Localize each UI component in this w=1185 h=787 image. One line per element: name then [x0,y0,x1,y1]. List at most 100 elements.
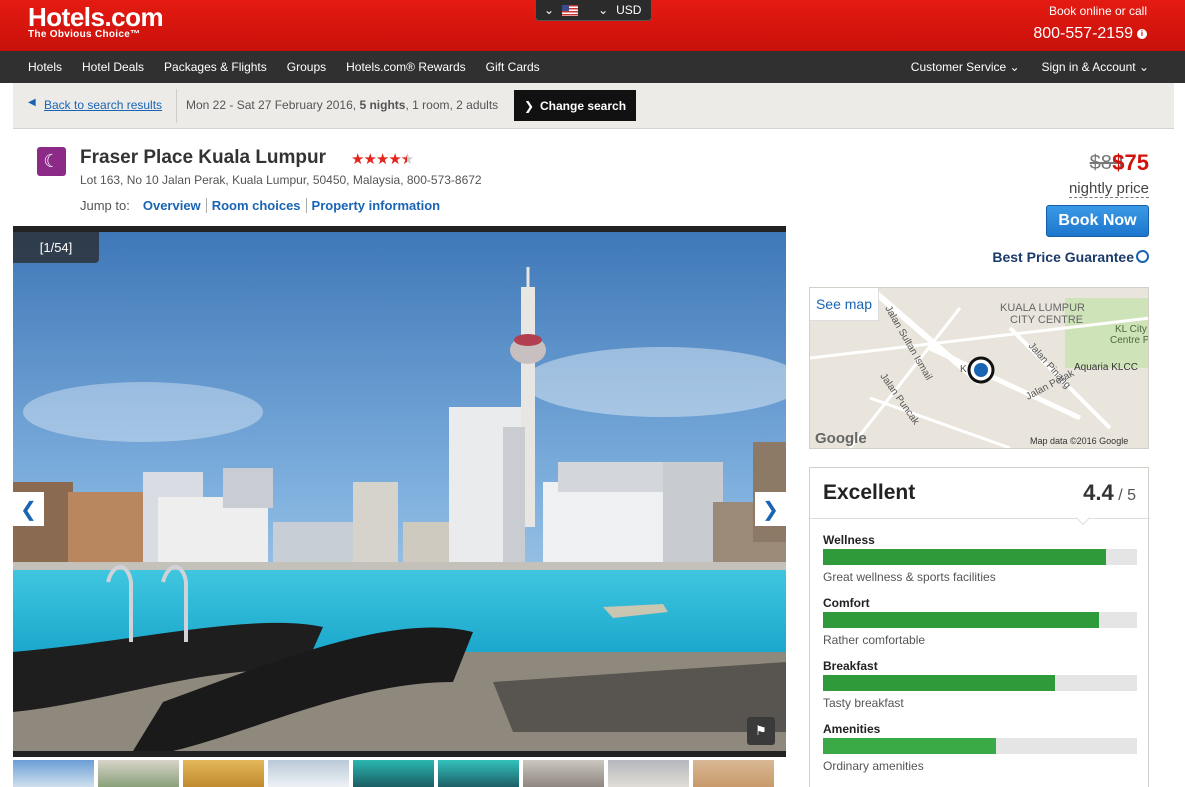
chevron-left-icon: ❮ [20,498,37,521]
rating-category-wellness: Wellness Great wellness & sports facilit… [823,533,1137,584]
nights-count: 5 nights [359,98,406,112]
nav-gift-cards[interactable]: Gift Cards [486,60,540,74]
score-max: / 5 [1113,487,1136,504]
hotels-logo[interactable]: Hotels.com The Obvious Choice™ [28,2,164,40]
sign-in-menu[interactable]: Sign in & Account ⌄ [1042,60,1149,74]
map-attribution: Map data ©2016 Google [1030,436,1128,446]
guarantee-icon [1136,250,1149,263]
info-icon[interactable]: i [1137,28,1147,39]
category-label: Breakfast [823,659,878,673]
category-label: Comfort [823,596,870,610]
guest-ratings-panel: Excellent 4.4 / 5 Wellness Great wellnes… [809,467,1150,787]
category-description: Tasty breakfast [823,696,904,710]
nav-hotels[interactable]: Hotels [28,60,62,74]
occupancy: , 1 room, 2 adults [405,98,499,112]
back-to-results-link[interactable]: Back to search results [44,98,162,112]
map-label: CITY CENTRE [1010,314,1083,326]
logo-text: Hotels.com [28,2,164,32]
search-summary-bar: ◀ Back to search results Mon 22 - Sat 27… [13,83,1174,129]
phone-text: 800-557-2159 [1033,25,1133,42]
thumbnail[interactable] [13,760,94,787]
hotel-name: Fraser Place Kuala Lumpur [80,147,327,168]
report-flag-button[interactable]: ⚑ [747,717,775,745]
phone-number[interactable]: 800-557-2159 i [1033,25,1147,43]
jump-overview-link[interactable]: Overview [143,198,201,213]
location-map[interactable]: KUALA LUMPUR CITY CENTRE KL City Centre … [809,287,1149,449]
book-now-button[interactable]: Book Now [1046,205,1149,237]
star-rating: ★★★★★ [351,151,414,168]
jump-to-nav: Jump to: Overview Room choices Property … [80,198,440,213]
google-logo: Google [815,430,867,447]
currency-selector[interactable]: ⌄ ⌄ USD [535,0,652,21]
hotel-brand-icon: ☾ [37,147,66,176]
rating-bar-fill [823,738,996,754]
map-label: KL City [1115,324,1147,335]
flag-icon: ⚑ [755,723,767,738]
thumbnail[interactable] [268,760,349,787]
category-description: Great wellness & sports facilities [823,570,996,584]
chevron-down-icon: ⌄ [598,3,609,17]
nav-hotel-deals[interactable]: Hotel Deals [82,60,144,74]
rating-score: 4.4 / 5 [1083,480,1136,506]
thumbnail[interactable] [438,760,519,787]
change-search-button[interactable]: ❯ Change search [514,90,636,121]
nav-rewards[interactable]: Hotels.com® Rewards [346,60,466,74]
photo-gallery: [1/54] ❮ ❯ ⚑ [13,226,786,757]
jump-room-choices-link[interactable]: Room choices [212,198,301,213]
change-search-label: Change search [540,98,627,113]
divider-notch [1075,510,1091,526]
gallery-next-arrow[interactable]: ❯ [755,492,786,526]
nav-groups[interactable]: Groups [287,60,326,74]
rating-bar [823,612,1137,628]
map-label: Centre Par [1110,335,1149,346]
nav-packages-flights[interactable]: Packages & Flights [164,60,267,74]
rating-bar-fill [823,675,1056,691]
rating-category-breakfast: Breakfast Tasty breakfast [823,659,1137,710]
main-nav: Hotels Hotel Deals Packages & Flights Gr… [0,51,1185,83]
category-description: Rather comfortable [823,633,926,647]
map-label: K [960,364,967,375]
rating-bar [823,675,1137,691]
rating-title: Excellent [823,481,916,504]
divider [205,198,207,213]
photo-counter: [1/54] [13,232,99,263]
book-online-label: Book online or call [1048,4,1147,18]
thumbnail[interactable] [523,760,604,787]
guarantee-label: Best Price Guarantee [992,249,1134,265]
jump-property-info-link[interactable]: Property information [312,198,441,213]
divider [305,198,307,213]
currency-label: USD [616,3,642,17]
nightly-price-label[interactable]: nightly price [1068,180,1149,198]
best-price-guarantee[interactable]: Best Price Guarantee [992,249,1149,265]
thumbnail[interactable] [353,760,434,787]
thumbnail[interactable] [693,760,774,787]
us-flag-icon [562,4,579,16]
chevron-left-icon: ◀ [28,97,36,108]
thumbnail-strip [13,760,774,787]
customer-service-menu[interactable]: Customer Service ⌄ [911,60,1020,74]
top-header: Hotels.com The Obvious Choice™ ⌄ ⌄ USD B… [0,0,1185,51]
rating-bar [823,549,1137,565]
rating-bar [823,738,1137,754]
category-description: Ordinary amenities [823,759,924,773]
thumbnail[interactable] [183,760,264,787]
divider [810,518,1150,519]
divider [176,89,177,123]
hotel-address: Lot 163, No 10 Jalan Perak, Kuala Lumpur… [80,173,482,187]
rating-category-amenities: Amenities Ordinary amenities [823,722,1137,773]
chevron-right-icon: ❯ [523,98,534,113]
chevron-down-icon: ⌄ [544,3,555,17]
rating-bar-fill [823,549,1106,565]
search-dates: Mon 22 - Sat 27 February 2016, 5 nights,… [186,98,498,112]
rating-category-comfort: Comfort Rather comfortable [823,596,1137,647]
call-box: Book online or call 800-557-2159 i [1033,4,1147,43]
chevron-right-icon: ❯ [762,498,779,521]
score-value: 4.4 [1083,480,1114,505]
thumbnail[interactable] [98,760,179,787]
map-label: KUALA LUMPUR [1000,302,1085,314]
gallery-prev-arrow[interactable]: ❮ [13,492,44,526]
rating-bar-fill [823,612,1100,628]
see-map-link[interactable]: See map [810,288,879,321]
category-label: Wellness [823,533,875,547]
thumbnail[interactable] [608,760,689,787]
